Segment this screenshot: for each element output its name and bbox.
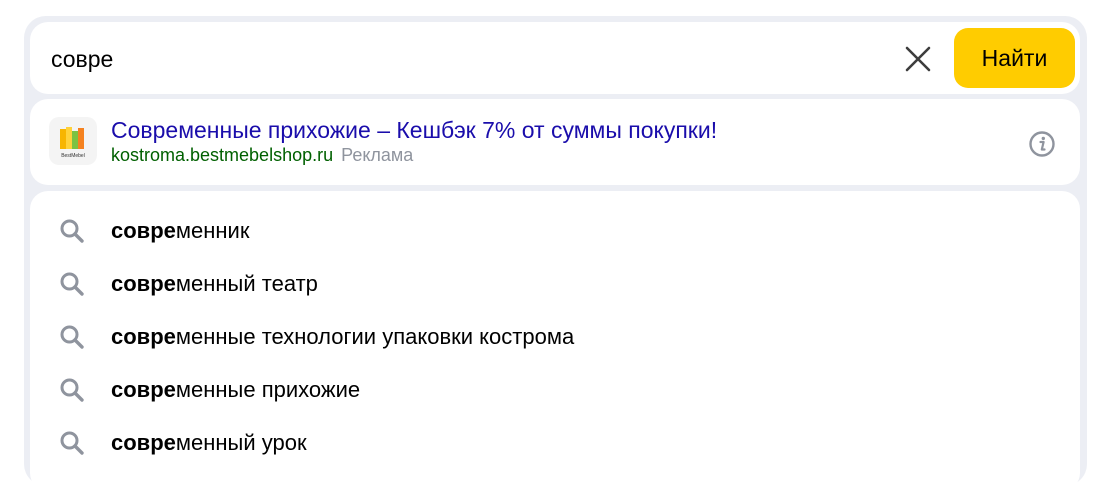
info-icon xyxy=(1029,131,1055,157)
ad-card[interactable]: BestMebel Современные прихожие – Кешбэк … xyxy=(30,99,1080,185)
suggestion-text: современный театр xyxy=(111,270,318,298)
suggestion-rest: менные технологии упаковки кострома xyxy=(175,324,575,349)
suggestion-rest: менник xyxy=(175,218,250,243)
ad-domain[interactable]: kostroma.bestmebelshop.ru xyxy=(111,145,333,165)
suggestion-rest: менный урок xyxy=(175,430,307,455)
suggestion-match: совре xyxy=(111,218,176,243)
suggestion-match: совре xyxy=(111,324,176,349)
suggestion-text: современные прихожие xyxy=(111,376,360,404)
search-icon xyxy=(60,431,84,455)
suggestion-item[interactable]: современные технологии упаковки кострома xyxy=(30,310,1080,363)
suggestion-match: совре xyxy=(111,430,176,455)
suggestion-text: современные технологии упаковки кострома xyxy=(111,323,574,351)
suggestion-item[interactable]: современные прихожие xyxy=(30,363,1080,416)
suggestion-text: современный урок xyxy=(111,429,307,457)
ad-label: Реклама xyxy=(341,145,414,165)
suggestion-text: современник xyxy=(111,217,249,245)
ad-logo: BestMebel xyxy=(49,117,97,165)
suggestion-item[interactable]: современный урок xyxy=(30,416,1080,469)
search-input[interactable]: совре xyxy=(51,45,113,73)
suggestion-rest: менные прихожие xyxy=(175,377,361,402)
suggestion-match: совре xyxy=(111,271,176,296)
find-button[interactable]: Найти xyxy=(954,28,1075,88)
search-icon xyxy=(60,378,84,402)
ad-meta: kostroma.bestmebelshop.ru Реклама xyxy=(111,144,413,166)
search-bar: совре Найти xyxy=(30,22,1080,94)
ad-logo-text: BestMebel xyxy=(61,153,85,159)
close-icon xyxy=(905,46,931,72)
suggestion-rest: менный театр xyxy=(175,271,318,296)
search-icon xyxy=(60,325,84,349)
suggestion-item[interactable]: современный театр xyxy=(30,257,1080,310)
suggestion-match: совре xyxy=(111,377,176,402)
info-button[interactable] xyxy=(1028,130,1056,158)
suggestions-panel: современник современный театр современны… xyxy=(30,191,1080,491)
clear-button[interactable] xyxy=(903,44,933,74)
ad-title-link[interactable]: Современные прихожие – Кешбэк 7% от сумм… xyxy=(111,116,717,144)
suggestion-item[interactable]: современник xyxy=(30,204,1080,257)
search-icon xyxy=(60,219,84,243)
search-icon xyxy=(60,272,84,296)
